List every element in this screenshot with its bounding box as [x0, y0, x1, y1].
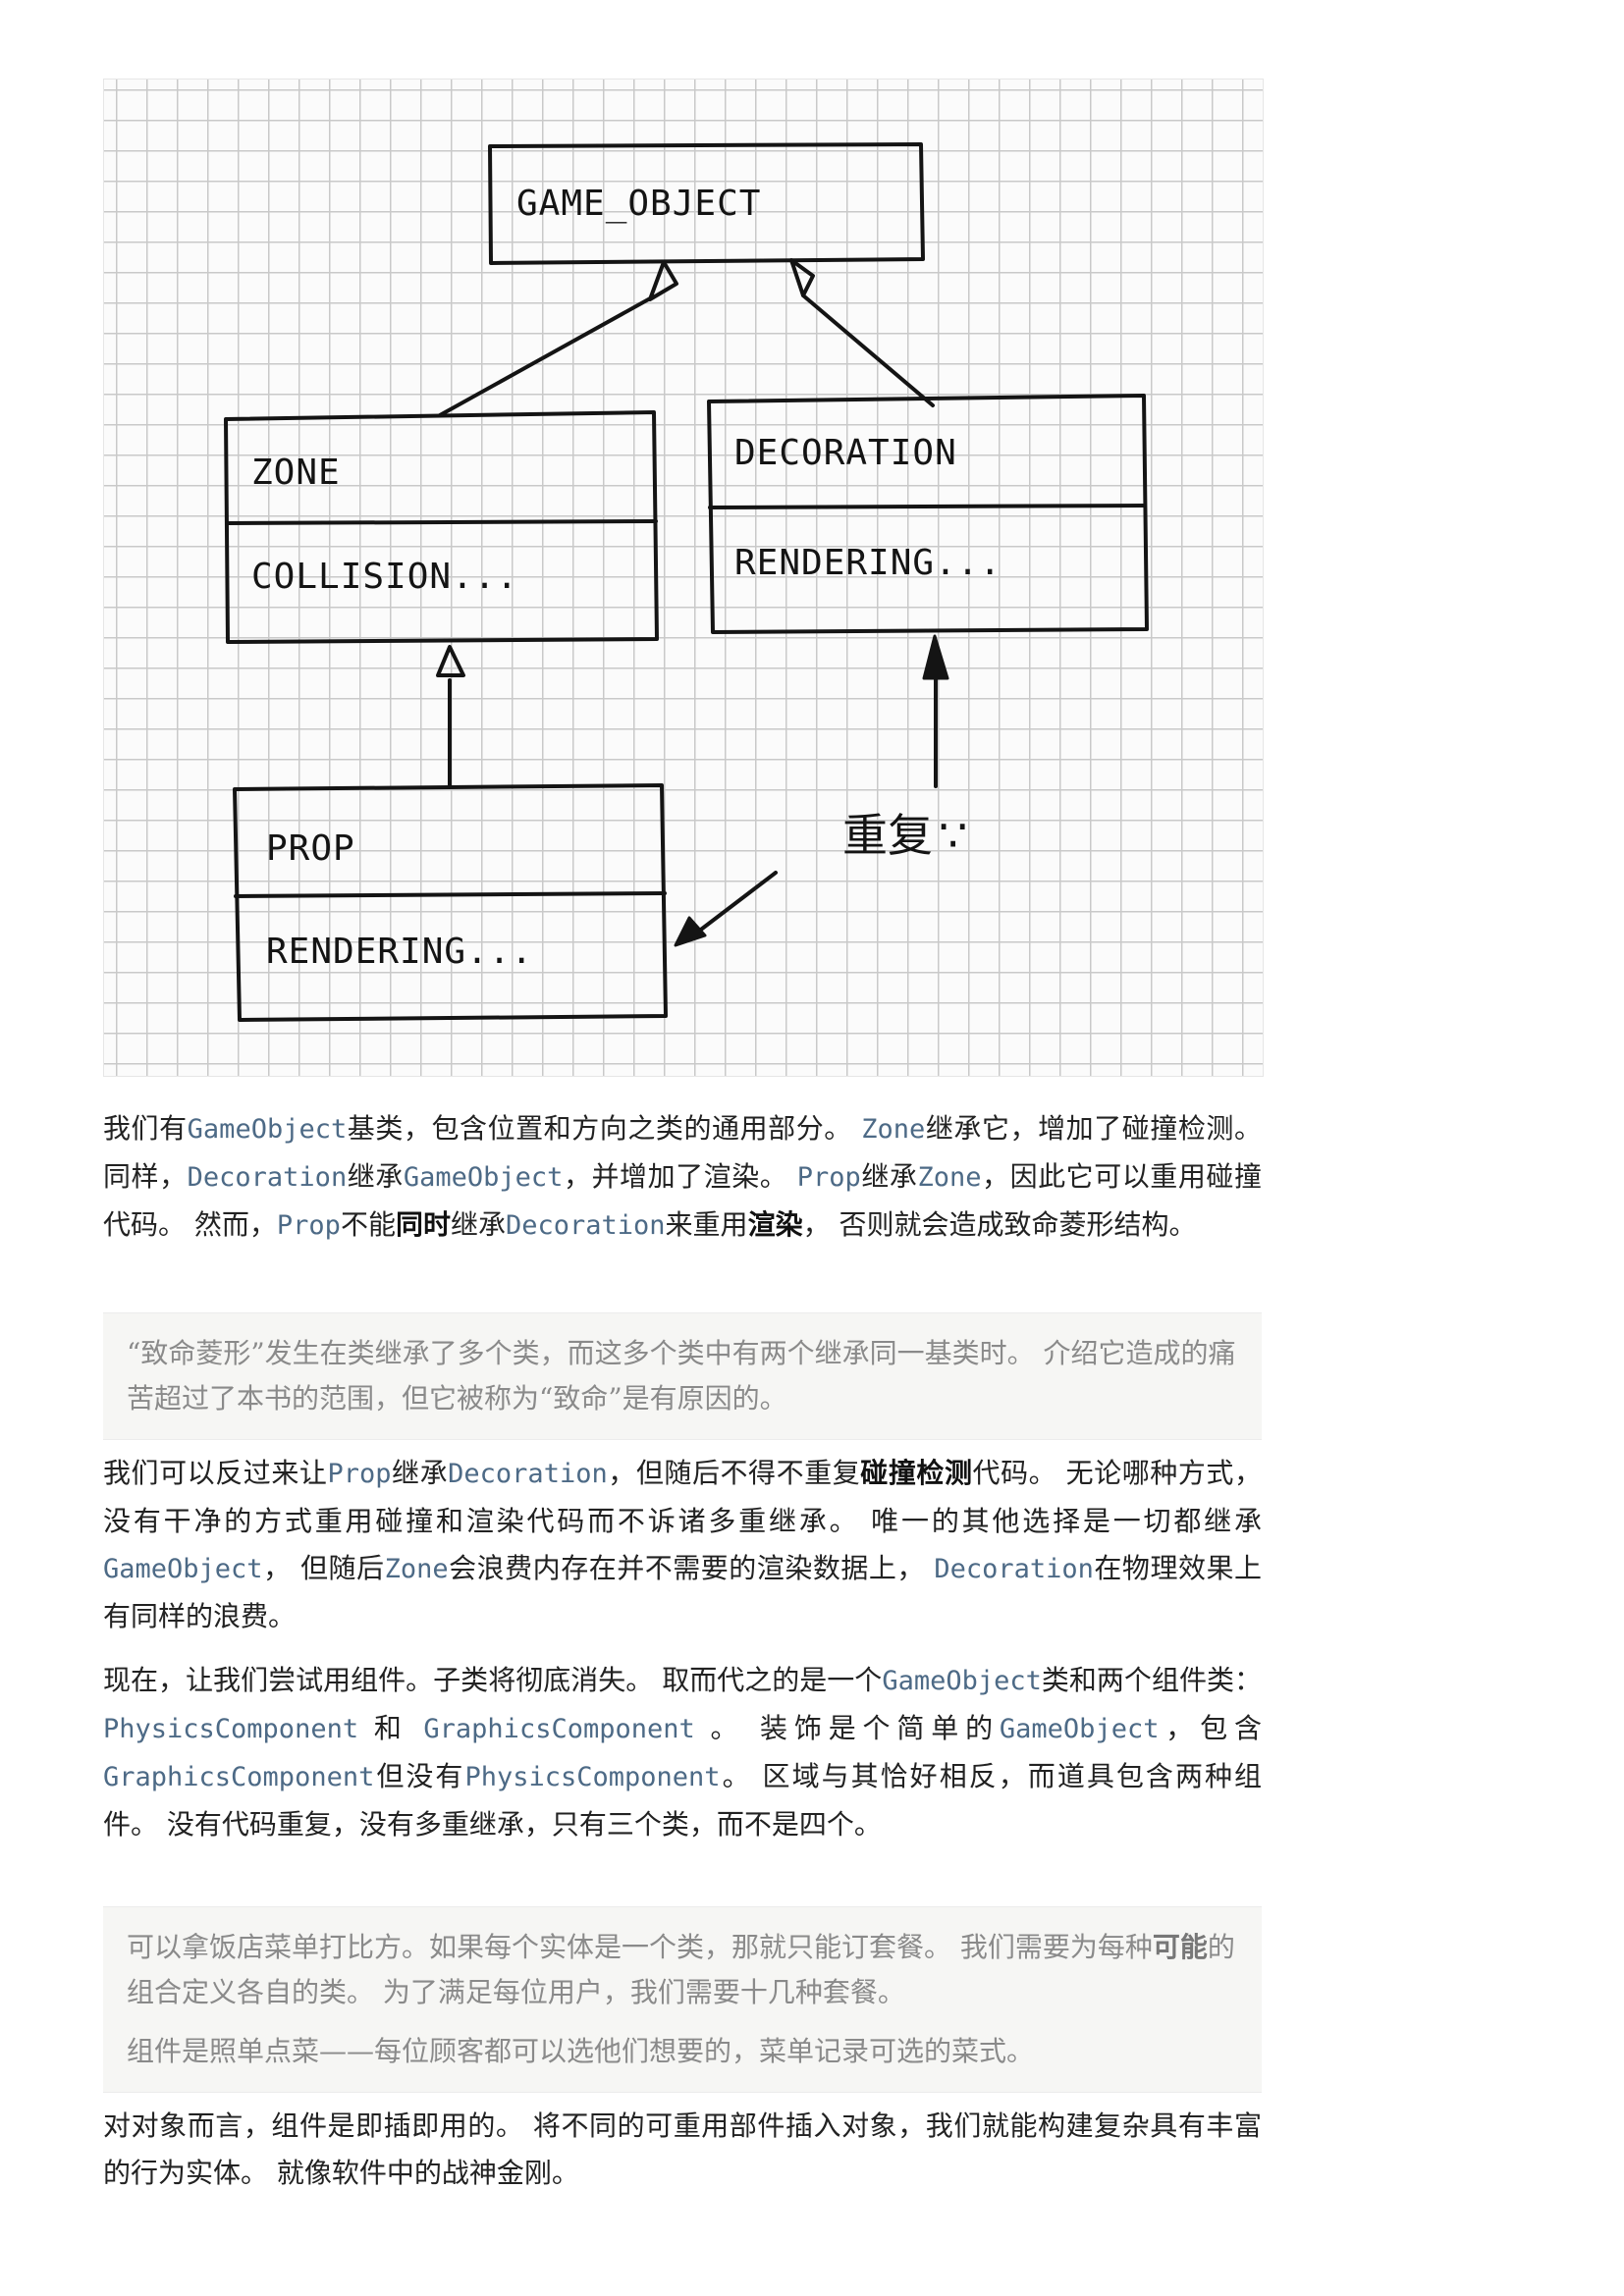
decoration-divider	[708, 504, 1147, 509]
aside-restaurant-menu-line2: 组件是照单点菜——每位顾客都可以选他们想要的，菜单记录可选的菜式。	[127, 2035, 1035, 2067]
aside-restaurant-menu-line1: 可以拿饭店菜单打比方。如果每个实体是一个类，那就只能订套餐。 我们需要为每种可能…	[127, 1931, 1235, 2008]
zone-box	[224, 410, 659, 644]
aside-restaurant-menu: 可以拿饭店菜单打比方。如果每个实体是一个类，那就只能订套餐。 我们需要为每种可能…	[103, 1906, 1262, 2093]
decoration-box	[707, 394, 1149, 634]
document-page: GAME_OBJECT ZONE COLLISION... DECORATION…	[0, 0, 1624, 2296]
paragraph-plug-and-play: 对对象而言，组件是即插即用的。 将不同的可重用部件插入对象，我们就能构建复杂具有…	[103, 2109, 1262, 2189]
paragraph-inheritance-alternatives: 我们可以反过来让Prop继承Decoration，但随后不得不重复碰撞检测代码。…	[103, 1457, 1262, 1632]
decoration-inherit-arrowhead	[789, 258, 815, 297]
aside-deadly-diamond-text: “致命菱形”发生在类继承了多个类，而这多个类中有两个继承同一基类时。 介绍它造成…	[127, 1337, 1236, 1415]
prop-divider	[234, 891, 667, 898]
inheritance-diagram: GAME_OBJECT ZONE COLLISION... DECORATION…	[103, 79, 1264, 1077]
zone-divider	[225, 519, 658, 525]
sad-face-icon: ∵	[939, 809, 967, 862]
prop-dup-arrowhead	[674, 916, 707, 947]
label-prop: PROP	[266, 828, 355, 869]
label-duplicate: 重复	[842, 809, 933, 862]
label-prop-rendering: RENDERING...	[266, 932, 533, 972]
diagram-drawing: GAME_OBJECT ZONE COLLISION... DECORATION…	[224, 142, 1149, 1022]
prop-inherit-arrowhead	[436, 645, 465, 677]
prop-dup-arrow-line	[687, 871, 778, 940]
decoration-dup-arrowhead	[922, 634, 949, 680]
label-zone: ZONE	[251, 453, 341, 493]
label-decoration: DECORATION	[734, 433, 957, 473]
label-game-object: GAME_OBJECT	[516, 184, 761, 224]
label-zone-collision: COLLISION...	[251, 557, 518, 597]
decoration-inherit-line	[801, 294, 935, 407]
zone-inherit-arrowhead	[648, 260, 678, 301]
prop-box	[233, 783, 668, 1022]
aside-deadly-diamond: “致命菱形”发生在类继承了多个类，而这多个类中有两个继承同一基类时。 介绍它造成…	[103, 1312, 1262, 1440]
zone-inherit-line	[438, 295, 654, 417]
label-decoration-rendering: RENDERING...	[734, 543, 1001, 583]
paragraph-components: 现在，让我们尝试用组件。子类将彻底消失。 取而代之的是一个GameObject类…	[103, 1664, 1262, 1841]
paragraph-inheritance-intro: 我们有GameObject基类，包含位置和方向之类的通用部分。 Zone继承它，…	[103, 1112, 1262, 1241]
